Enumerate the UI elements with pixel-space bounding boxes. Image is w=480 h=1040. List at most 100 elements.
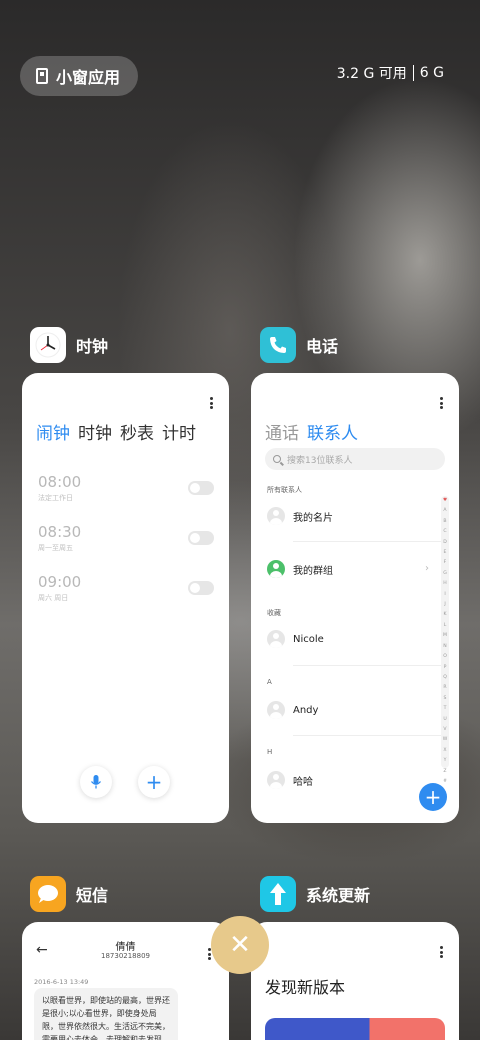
index-letter[interactable]: T [441, 704, 449, 714]
sms-app-label[interactable]: 短信 [30, 876, 108, 912]
index-letter[interactable]: O [441, 652, 449, 662]
index-letter[interactable]: Q [441, 673, 449, 683]
memory-status: 3.2 G 可用 6 G [337, 63, 444, 83]
update-app-name: 系统更新 [306, 886, 371, 905]
phone-app-name: 电话 [306, 337, 339, 356]
index-letter[interactable]: Z [441, 767, 449, 777]
contact-name: 我的名片 [293, 512, 333, 524]
memory-total: 6 G [419, 65, 444, 81]
update-headline: 发现新版本 [265, 978, 346, 997]
clock-app-label[interactable]: 时钟 [30, 327, 108, 363]
index-letter[interactable]: H [441, 579, 449, 589]
alarm-item[interactable]: 08:00 法定工作日 [38, 473, 214, 503]
memory-available: 3.2 G 可用 [336, 66, 407, 82]
clear-all-button[interactable]: ✕ [211, 916, 269, 974]
add-alarm-button[interactable]: + [138, 766, 170, 798]
sms-app-name: 短信 [76, 886, 109, 905]
alarm-item[interactable]: 09:00 周六 周日 [38, 573, 214, 603]
tab-calls[interactable]: 通话 [265, 419, 299, 444]
index-letter[interactable]: G [441, 569, 449, 579]
close-icon: ✕ [229, 930, 251, 960]
alarm-item[interactable]: 08:30 周一至周五 [38, 523, 214, 553]
more-options-icon[interactable] [209, 397, 213, 409]
small-window-icon [36, 68, 48, 84]
index-letter[interactable]: U [441, 715, 449, 725]
more-options-icon[interactable] [439, 397, 443, 409]
index-letter[interactable]: L [441, 621, 449, 631]
small-window-label: 小窗应用 [56, 68, 121, 87]
contact-search-input[interactable]: 搜索13位联系人 [265, 448, 445, 470]
avatar [267, 771, 285, 789]
more-options-icon[interactable] [207, 948, 211, 960]
microphone-icon [90, 775, 102, 789]
avatar [267, 507, 285, 525]
avatar [267, 630, 285, 648]
index-letter[interactable]: X [441, 746, 449, 756]
index-letter[interactable]: S [441, 694, 449, 704]
tab-timer[interactable]: 计时 [162, 419, 196, 444]
add-contact-button[interactable]: + [419, 783, 447, 811]
avatar [267, 701, 285, 719]
group-icon [267, 560, 285, 578]
index-letter[interactable]: E [441, 548, 449, 558]
index-letter[interactable]: P [441, 663, 449, 673]
index-letter[interactable]: I [441, 590, 449, 600]
message-timestamp: 2016-6-13 13:49 [34, 978, 89, 986]
section-a: A [267, 678, 272, 686]
alphabet-index-scrollbar[interactable]: ♥ A B C D E F G H I J K L M N O P Q R S T U V W X Y Z # [441, 496, 449, 784]
alarm-toggle[interactable] [188, 481, 214, 495]
clock-icon [30, 327, 66, 363]
memory-divider [412, 65, 414, 81]
index-letter[interactable]: D [441, 538, 449, 548]
clock-app-card[interactable]: 闹钟 时钟 秒表 计时 08:00 法定工作日 08:30 周一至周五 09:0… [22, 373, 229, 823]
sms-app-card[interactable]: ← 倩倩 18730218809 2016-6-13 13:49 以眼看世界，即… [22, 922, 229, 1040]
phone-app-label[interactable]: 电话 [260, 327, 338, 363]
contact-item[interactable]: 哈哈 [267, 769, 437, 791]
update-app-label[interactable]: 系统更新 [260, 876, 370, 912]
alarm-repeat: 法定工作日 [38, 494, 73, 502]
more-options-icon[interactable] [439, 946, 443, 958]
contact-item[interactable]: Nicole [267, 628, 437, 650]
message-icon [30, 876, 66, 912]
divider [293, 541, 441, 542]
voice-alarm-button[interactable] [80, 766, 112, 798]
clock-tabs: 闹钟 时钟 秒表 计时 [36, 419, 196, 444]
index-letter[interactable]: M [441, 631, 449, 641]
tab-clock[interactable]: 时钟 [78, 419, 112, 444]
index-letter[interactable]: C [441, 527, 449, 537]
section-favorites: 收藏 [267, 609, 281, 617]
index-letter[interactable]: W [441, 735, 449, 745]
tab-stopwatch[interactable]: 秒表 [120, 419, 154, 444]
my-card-item[interactable]: 我的名片 [267, 505, 437, 527]
contact-name: 我的群组 [293, 565, 333, 577]
index-letter[interactable]: N [441, 642, 449, 652]
alarm-toggle[interactable] [188, 531, 214, 545]
index-letter[interactable]: F [441, 558, 449, 568]
index-letter[interactable]: V [441, 725, 449, 735]
tab-contacts[interactable]: 联系人 [307, 419, 358, 444]
phone-tabs: 通话 联系人 [265, 419, 358, 444]
index-letter[interactable]: J [441, 600, 449, 610]
contact-name: 哈哈 [293, 776, 313, 788]
contact-item[interactable]: Andy [267, 699, 437, 721]
my-groups-item[interactable]: 我的群组 [267, 558, 437, 580]
conversation-contact-number: 18730218809 [101, 952, 150, 960]
search-icon [273, 455, 281, 463]
update-banner-image [265, 1018, 445, 1040]
section-all-contacts: 所有联系人 [267, 486, 302, 494]
divider [293, 665, 441, 666]
search-placeholder: 搜索13位联系人 [287, 455, 353, 466]
update-app-card[interactable]: 发现新版本 [251, 922, 459, 1040]
phone-app-card[interactable]: 通话 联系人 搜索13位联系人 所有联系人 我的名片 我的群组 › 收藏 Nic… [251, 373, 459, 823]
index-letter[interactable]: Y [441, 756, 449, 766]
index-letter[interactable]: ♥ [441, 496, 449, 506]
alarm-toggle[interactable] [188, 581, 214, 595]
contact-name: Nicole [293, 633, 324, 645]
index-letter[interactable]: K [441, 610, 449, 620]
index-letter[interactable]: B [441, 517, 449, 527]
arrow-up-icon [260, 876, 296, 912]
index-letter[interactable]: R [441, 683, 449, 693]
small-window-apps-button[interactable]: 小窗应用 [20, 56, 138, 96]
index-letter[interactable]: A [441, 506, 449, 516]
tab-alarm[interactable]: 闹钟 [36, 419, 70, 444]
